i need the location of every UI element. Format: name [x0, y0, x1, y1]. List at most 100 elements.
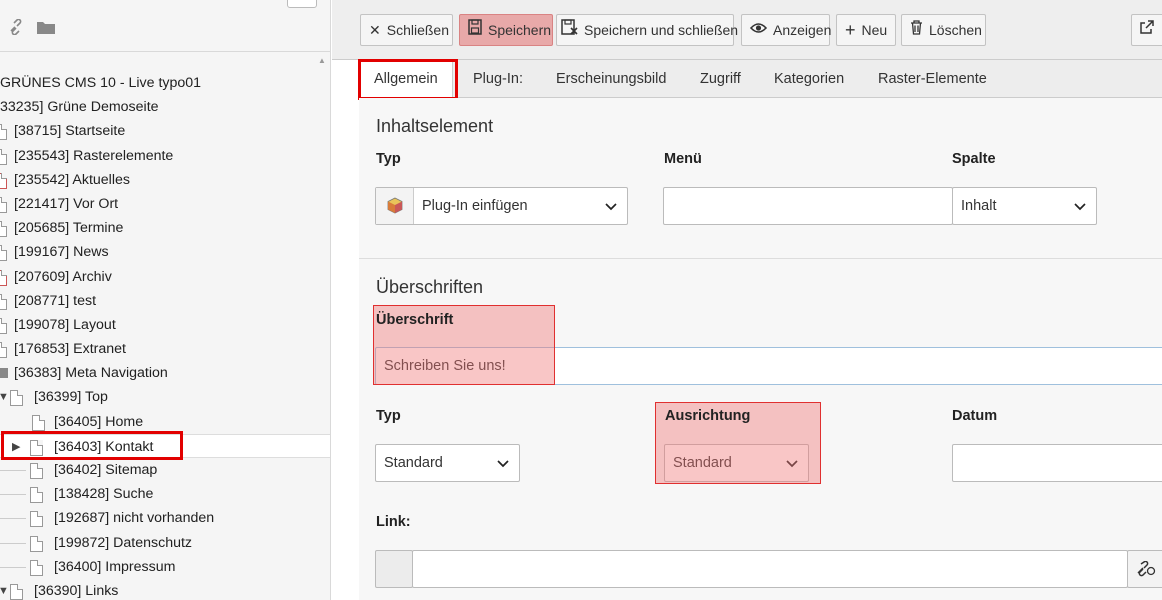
tree-item-impressum[interactable]: [36400] Impressum: [0, 555, 330, 579]
section-title-inhaltselement: Inhaltselement: [376, 116, 494, 136]
tree-item-archiv[interactable]: [207609] Archiv: [0, 265, 330, 289]
page-icon: [30, 535, 43, 552]
tree-item-nicht-vorhanden[interactable]: [192687] nicht vorhanden: [0, 506, 330, 530]
tree-item-label: [36400] Impressum: [54, 558, 176, 575]
doc-header-toolbar: ✕ Schließen Speichern Speichern und schli…: [332, 0, 1162, 60]
page-icon: [0, 269, 7, 286]
tree-item-label: [199167] News: [14, 244, 109, 261]
tree-item-termine[interactable]: [205685] Termine: [0, 216, 330, 240]
page-icon: [10, 583, 23, 600]
datum-label: Datum: [952, 408, 998, 424]
save-and-close-button[interactable]: Speichern und schließen: [556, 14, 738, 46]
chevron-down-icon: [497, 445, 509, 481]
new-button[interactable]: + Neu: [836, 14, 896, 46]
folder-icon: [0, 368, 8, 379]
close-label: Schließen: [386, 22, 449, 38]
tree-item-news[interactable]: [199167] News: [0, 240, 330, 264]
view-button[interactable]: Anzeigen: [741, 14, 832, 46]
tab-bar: Allgemein Plug-In: Erscheinungsbild Zugr…: [359, 60, 1162, 99]
tree-item-root[interactable]: GRÜNES CMS 10 - Live typo01: [0, 71, 330, 95]
tree-item-extranet[interactable]: [176853] Extranet: [0, 337, 330, 361]
page-icon: [30, 487, 43, 504]
tree-menu-button[interactable]: [287, 0, 317, 8]
page-icon: [30, 463, 43, 479]
page-icon: [32, 414, 45, 431]
save-icon: [468, 15, 482, 45]
page-icon: [0, 317, 7, 334]
page-icon: [0, 342, 7, 359]
typ-label: Typ: [376, 151, 401, 167]
typ-select[interactable]: Plug-In einfügen: [375, 187, 628, 225]
tree-item-suche[interactable]: [138428] Suche: [0, 482, 330, 506]
page-icon: [0, 293, 7, 310]
tree-item-sitemap[interactable]: [36402] Sitemap: [0, 458, 330, 482]
highlight-tab-allgemein: [358, 59, 458, 100]
page-icon: [10, 390, 23, 407]
tree-item-label: [36402] Sitemap: [54, 462, 158, 478]
datum-input[interactable]: [952, 444, 1162, 482]
tree-item-startseite[interactable]: [38715] Startseite: [0, 119, 330, 143]
tab-zugriff[interactable]: Zugriff: [700, 60, 741, 98]
tree-line: [0, 470, 26, 471]
tree-item-label: [36390] Links: [34, 582, 119, 599]
page-icon: [0, 221, 7, 238]
tree-item-label: [205685] Termine: [14, 220, 124, 237]
ueberschrift-label: Überschrift: [376, 312, 454, 328]
open-new-window-button[interactable]: [1131, 14, 1162, 46]
tree-item-label: GRÜNES CMS 10 - Live typo01: [0, 75, 202, 91]
eye-icon: [749, 15, 768, 45]
tree-item-label: [192687] nicht vorhanden: [54, 510, 215, 527]
plugin-cube-icon: [376, 188, 414, 224]
tab-plugin[interactable]: Plug-In:: [473, 60, 523, 98]
tree-item-home[interactable]: [36405] Home: [0, 410, 330, 434]
header-typ-value: Standard: [384, 455, 443, 471]
tree-item-label: [36405] Home: [54, 413, 144, 430]
menu-label: Menü: [664, 151, 702, 167]
close-icon: ✕: [369, 22, 381, 38]
close-button[interactable]: ✕ Schließen: [360, 14, 453, 46]
tree-item-label: [208771] test: [14, 292, 97, 309]
save-close-icon: [561, 15, 578, 45]
page-tree: GRÜNES CMS 10 - Live typo01 33235] Grüne…: [0, 71, 330, 600]
tree-item-test[interactable]: [208771] test: [0, 289, 330, 313]
tree-item-meta-navigation[interactable]: [36383] Meta Navigation: [0, 361, 330, 385]
link-wizard-button[interactable]: [1127, 550, 1162, 588]
page-icon: [0, 245, 7, 262]
tree-toolbar: [0, 0, 330, 52]
chevron-right-icon[interactable]: ▶: [12, 435, 20, 459]
chevron-down-icon[interactable]: ▼: [0, 579, 9, 600]
tab-erscheinungsbild[interactable]: Erscheinungsbild: [556, 60, 666, 98]
tree-item-label: [36383] Meta Navigation: [14, 365, 168, 382]
save-button[interactable]: Speichern: [459, 14, 553, 46]
folder-icon[interactable]: [36, 19, 55, 35]
scroll-up-icon[interactable]: ▲: [318, 56, 326, 65]
page-icon: [30, 439, 43, 456]
tree-item-label: [36399] Top: [34, 389, 108, 406]
menu-input[interactable]: [663, 187, 953, 225]
tree-item-aktuelles[interactable]: [235542] Aktuelles: [0, 168, 330, 192]
save-and-close-label: Speichern und schließen: [584, 22, 739, 38]
section-title-ueberschriften: Überschriften: [376, 277, 484, 297]
tree-item-vor-ort[interactable]: [221417] Vor Ort: [0, 192, 330, 216]
header-typ-select[interactable]: Standard: [375, 444, 520, 482]
link-input[interactable]: [412, 550, 1128, 588]
spalte-select[interactable]: Inhalt: [952, 187, 1097, 225]
chevron-down-icon[interactable]: ▼: [0, 385, 9, 409]
tab-raster-elemente[interactable]: Raster-Elemente: [878, 60, 987, 98]
header-typ-label: Typ: [376, 408, 401, 424]
trash-icon: [910, 15, 923, 45]
delete-button[interactable]: Löschen: [901, 14, 986, 46]
tree-item-links[interactable]: ▼ [36390] Links: [0, 579, 330, 600]
tree-item-top[interactable]: ▼ [36399] Top: [0, 385, 330, 409]
tab-kategorien[interactable]: Kategorien: [774, 60, 844, 98]
tree-item-layout[interactable]: [199078] Layout: [0, 313, 330, 337]
tree-item-kontakt[interactable]: ▶ [36403] Kontakt: [0, 433, 330, 459]
spalte-label: Spalte: [952, 151, 996, 167]
chevron-down-icon: [1074, 188, 1086, 224]
link-icon[interactable]: [8, 18, 26, 36]
tree-item-demoseite[interactable]: 33235] Grüne Demoseite: [0, 95, 330, 119]
view-label: Anzeigen: [773, 22, 832, 38]
tree-item-datenschutz[interactable]: [199872] Datenschutz: [0, 531, 330, 555]
tree-item-rasterelemente[interactable]: [235543] Rasterelemente: [0, 144, 330, 168]
typ-value: Plug-In einfügen: [422, 198, 528, 214]
